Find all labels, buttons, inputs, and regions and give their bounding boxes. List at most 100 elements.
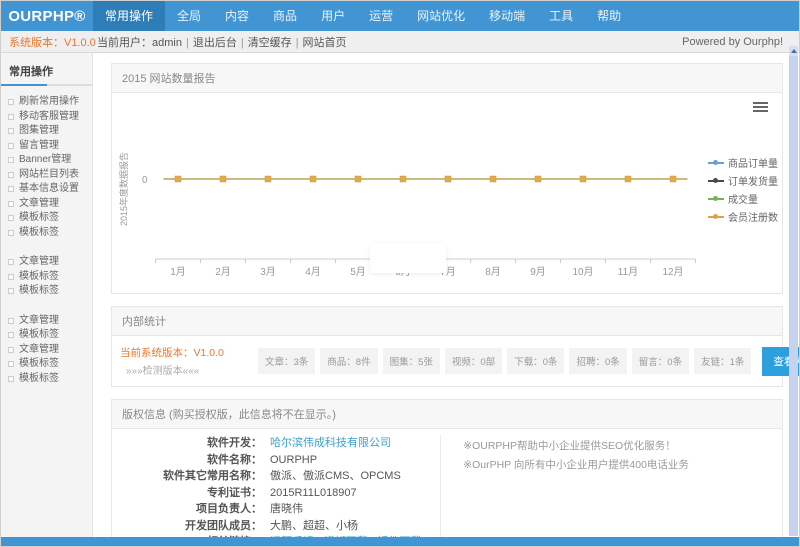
data-point[interactable] bbox=[670, 176, 676, 182]
data-point[interactable] bbox=[580, 176, 586, 182]
sidebar-item-label: 模板标签 bbox=[19, 358, 59, 369]
bullet-icon bbox=[8, 288, 14, 294]
bullet-icon bbox=[8, 186, 14, 192]
copyright-row: 开发团队成员：大鹏、超超、小杨 bbox=[112, 518, 440, 535]
legend-label: 商品订单量 bbox=[728, 155, 778, 170]
sidebar-item[interactable]: 模板标签 bbox=[1, 270, 92, 285]
data-point[interactable] bbox=[535, 176, 541, 182]
current-version: 当前系统版本：V1.0.0 bbox=[120, 345, 258, 360]
user-link[interactable]: 退出后台 bbox=[193, 37, 237, 49]
nav-item-5[interactable]: 运营 bbox=[357, 1, 405, 31]
sidebar-item[interactable]: 留言管理 bbox=[1, 139, 92, 154]
user-link[interactable]: 清空缓存 bbox=[248, 37, 292, 49]
copyright-row-label: 专利证书： bbox=[112, 485, 262, 502]
bullet-icon bbox=[8, 274, 14, 280]
chart-legend: 商品订单量订单发货量成交量会员注册数 bbox=[708, 155, 778, 227]
sidebar-item-label: 模板标签 bbox=[19, 329, 59, 340]
sidebar-group-2: 文章管理模板标签文章管理模板标签模板标签 bbox=[1, 314, 92, 387]
copyright-row-link[interactable]: 哈尔滨伟成科技有限公司 bbox=[262, 435, 391, 452]
bullet-icon bbox=[8, 157, 14, 163]
data-point[interactable] bbox=[175, 176, 181, 182]
nav-item-9[interactable]: 帮助 bbox=[585, 1, 633, 31]
bullet-icon bbox=[8, 259, 14, 265]
sidebar-item-label: 模板标签 bbox=[19, 227, 59, 238]
copyright-row-value: 傲派、傲派CMS、OPCMS bbox=[262, 468, 401, 485]
data-point[interactable] bbox=[220, 176, 226, 182]
stat-badge: 留言：0条 bbox=[632, 348, 689, 374]
main-area: 常用操作 刷新常用操作移动客服管理图集管理留言管理Banner管理网站栏目列表基… bbox=[1, 53, 799, 539]
stat-badge: 商品：8件 bbox=[320, 348, 377, 374]
nav-item-6[interactable]: 网站优化 bbox=[405, 1, 477, 31]
check-version-link[interactable]: »»»检测版本««« bbox=[120, 362, 258, 377]
sidebar-item[interactable]: Banner管理 bbox=[1, 153, 92, 168]
scrollbar[interactable] bbox=[789, 46, 798, 536]
legend-item[interactable]: 会员注册数 bbox=[708, 209, 778, 224]
logo: OURPHP® bbox=[1, 1, 93, 31]
data-point[interactable] bbox=[625, 176, 631, 182]
copyright-row-label: 软件其它常用名称： bbox=[112, 468, 262, 485]
y-axis-label: 2015年度数据报告 bbox=[118, 152, 129, 226]
legend-label: 成交量 bbox=[728, 191, 758, 206]
copyright-rows: 软件开发：哈尔滨伟成科技有限公司软件名称：OURPHP软件其它常用名称：傲派、傲… bbox=[112, 435, 440, 539]
sidebar-item[interactable]: 文章管理 bbox=[1, 343, 92, 358]
chart-body: 1月2月3月4月5月6月7月8月9月10月11月12月02015年度数据报告 商… bbox=[112, 93, 782, 293]
user-link[interactable]: 网站首页 bbox=[303, 37, 347, 49]
x-tick-label: 11月 bbox=[618, 266, 638, 278]
data-point[interactable] bbox=[445, 176, 451, 182]
sidebar-item[interactable]: 刷新常用操作 bbox=[1, 95, 92, 110]
legend-item[interactable]: 成交量 bbox=[708, 191, 778, 206]
sidebar-item-label: Banner管理 bbox=[19, 154, 71, 165]
sidebar-item[interactable]: 文章管理 bbox=[1, 255, 92, 270]
bullet-icon bbox=[8, 332, 14, 338]
sidebar-item[interactable]: 模板标签 bbox=[1, 226, 92, 241]
sidebar-item[interactable]: 模板标签 bbox=[1, 284, 92, 299]
sidebar-item[interactable]: 移动客服管理 bbox=[1, 110, 92, 125]
sidebar-item[interactable]: 模板标签 bbox=[1, 357, 92, 372]
data-point[interactable] bbox=[355, 176, 361, 182]
sidebar-item[interactable]: 基本信息设置 bbox=[1, 182, 92, 197]
sidebar-groups: 刷新常用操作移动客服管理图集管理留言管理Banner管理网站栏目列表基本信息设置… bbox=[1, 95, 92, 386]
stat-badge: 招聘：0条 bbox=[569, 348, 626, 374]
data-point[interactable] bbox=[490, 176, 496, 182]
bullet-icon bbox=[8, 99, 14, 105]
x-tick-label: 3月 bbox=[260, 266, 276, 278]
nav-item-8[interactable]: 工具 bbox=[537, 1, 585, 31]
nav-item-1[interactable]: 全局 bbox=[165, 1, 213, 31]
scroll-up-icon[interactable] bbox=[789, 46, 798, 56]
x-tick-label: 5月 bbox=[350, 266, 366, 278]
nav-item-4[interactable]: 用户 bbox=[309, 1, 357, 31]
legend-marker-icon bbox=[708, 213, 724, 220]
copyright-row-label: 软件开发： bbox=[112, 435, 262, 452]
sidebar-item[interactable]: 模板标签 bbox=[1, 328, 92, 343]
data-point[interactable] bbox=[310, 176, 316, 182]
sidebar-item[interactable]: 模板标签 bbox=[1, 372, 92, 387]
content-area: 2015 网站数量报告 1月2月3月4月5月6月7月8月9月10月11月12月0… bbox=[93, 53, 799, 539]
nav-item-0[interactable]: 常用操作 bbox=[93, 1, 165, 31]
sidebar-item[interactable]: 模板标签 bbox=[1, 211, 92, 226]
bullet-icon bbox=[8, 376, 14, 382]
legend-item[interactable]: 订单发货量 bbox=[708, 173, 778, 188]
sidebar-item[interactable]: 文章管理 bbox=[1, 197, 92, 212]
sidebar-item-label: 文章管理 bbox=[19, 198, 59, 209]
bullet-icon bbox=[8, 114, 14, 120]
sidebar-item-label: 模板标签 bbox=[19, 285, 59, 296]
bullet-icon bbox=[8, 215, 14, 221]
data-point[interactable] bbox=[400, 176, 406, 182]
info-bar: 系统版本：V1.0.0 当前用户：admin|退出后台|清空缓存|网站首页 Po… bbox=[1, 31, 799, 53]
sidebar-item[interactable]: 文章管理 bbox=[1, 314, 92, 329]
powered-by: Powered by Ourphp! bbox=[682, 36, 799, 48]
bullet-icon bbox=[8, 230, 14, 236]
nav-item-2[interactable]: 内容 bbox=[213, 1, 261, 31]
legend-item[interactable]: 商品订单量 bbox=[708, 155, 778, 170]
top-bar: OURPHP® 常用操作全局内容商品用户运营网站优化移动端工具帮助 bbox=[1, 1, 799, 31]
sidebar-item-label: 文章管理 bbox=[19, 344, 59, 355]
system-version: 系统版本：V1.0.0 bbox=[1, 34, 93, 50]
hamburger-icon[interactable] bbox=[753, 102, 768, 114]
sidebar-item[interactable]: 图集管理 bbox=[1, 124, 92, 139]
nav-item-3[interactable]: 商品 bbox=[261, 1, 309, 31]
sidebar-item-label: 文章管理 bbox=[19, 256, 59, 267]
sidebar-item[interactable]: 网站栏目列表 bbox=[1, 168, 92, 183]
data-point[interactable] bbox=[265, 176, 271, 182]
nav-item-7[interactable]: 移动端 bbox=[477, 1, 537, 31]
footer-bar bbox=[1, 537, 799, 546]
